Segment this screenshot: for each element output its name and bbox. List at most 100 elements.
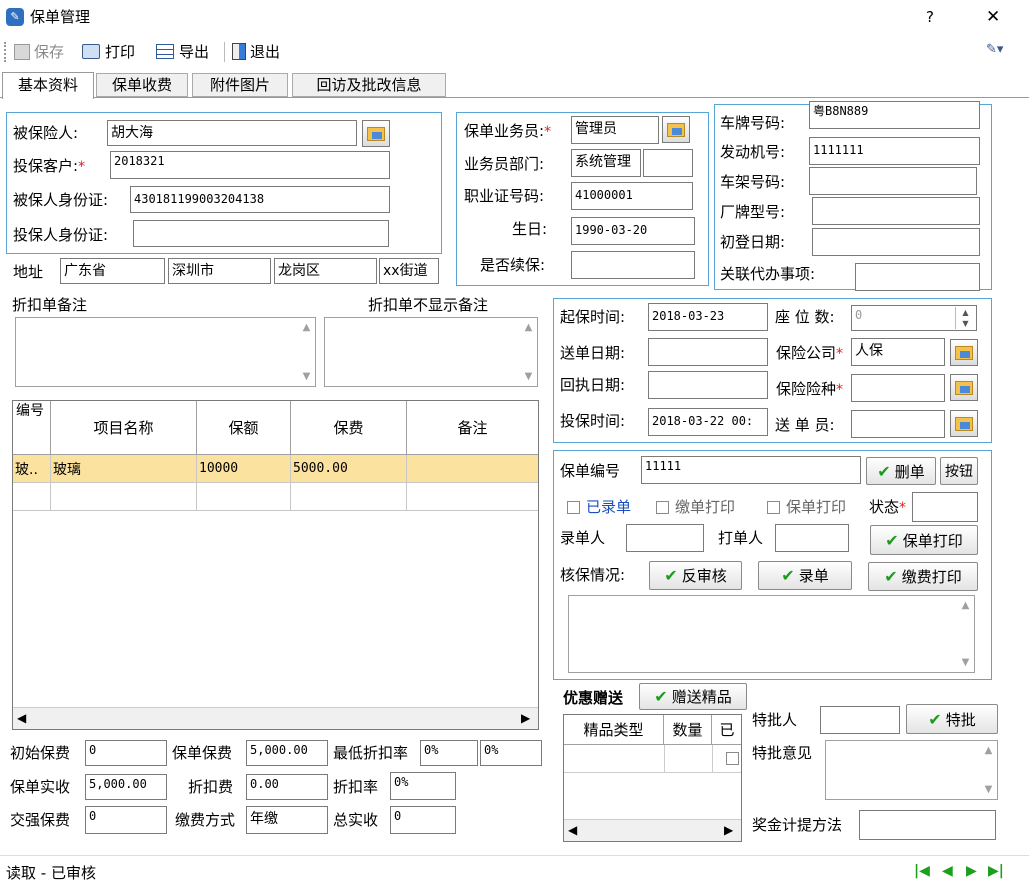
seats-spinner[interactable]: ▲ ▼ [955,307,975,329]
last-record-icon[interactable]: ▶| [988,863,1004,879]
pay-method-field[interactable]: 年缴 [246,806,328,834]
tab-basic-info[interactable]: 基本资料 [2,72,94,99]
birthday-field[interactable]: 1990-03-20 [571,217,695,245]
export-button[interactable]: 导出 [156,41,209,62]
delete-policy-button-2[interactable]: 按钮 [940,457,978,485]
gifts-col-type[interactable]: 精品类型 [564,715,664,745]
renew-field[interactable] [571,251,695,279]
cell-amount[interactable]: 10000 [197,455,291,483]
dept-field[interactable]: 系统管理 [571,149,641,177]
client-field[interactable]: 2018321 [110,151,390,179]
tab-attachments[interactable]: 附件图片 [192,73,288,97]
compulsory-field[interactable]: 0 [85,806,167,834]
close-button[interactable]: ✕ [986,7,1000,27]
type-browse-button[interactable] [950,374,978,401]
record-button[interactable]: ✔ 录单 [758,561,852,590]
policy-print-checkbox[interactable]: 保单打印 [767,497,846,517]
initial-premium-field[interactable]: 0 [85,740,167,766]
type-field[interactable] [851,374,945,402]
fee-print-button[interactable]: ✔ 缴费打印 [868,562,978,591]
scroll-left-icon[interactable]: ◀ [568,823,577,837]
scroll-right-icon[interactable]: ▶ [521,711,530,725]
register-field[interactable] [812,228,980,256]
insured-browse-button[interactable] [362,120,390,147]
col-header-name[interactable]: 项目名称 [51,401,197,455]
model-field[interactable] [812,197,980,225]
tab-policy-fees[interactable]: 保单收费 [96,73,188,97]
pay-print-checkbox[interactable]: 缴单打印 [656,497,735,517]
reverse-audit-button[interactable]: ✔ 反审核 [649,561,742,590]
company-field[interactable]: 人保 [851,338,945,366]
cert-field[interactable]: 41000001 [571,182,693,210]
policy-print-button[interactable]: ✔ 保单打印 [870,525,978,555]
recorded-checkbox[interactable]: 已录单 [567,497,631,517]
cell-no[interactable] [13,483,51,511]
agent-field[interactable]: 管理员 [571,116,659,144]
col-header-amount[interactable]: 保额 [197,401,291,455]
cell-note[interactable] [407,483,538,511]
company-browse-button[interactable] [950,339,978,366]
table-row[interactable]: 玻.. 玻璃 10000 5000.00 [13,455,538,483]
insured-id-field[interactable]: 430181199003204138 [130,186,390,213]
col-header-note[interactable]: 备注 [407,401,538,455]
col-header-premium[interactable]: 保费 [291,401,407,455]
gifts-col-done[interactable]: 已 [712,715,741,745]
recorder-field[interactable] [626,524,704,552]
sender-browse-button[interactable] [950,410,978,437]
sender-field[interactable] [851,410,945,438]
first-record-icon[interactable]: |◀ [914,863,930,879]
table-row[interactable] [564,745,741,773]
send-date-field[interactable] [648,338,768,366]
approver-field[interactable] [820,706,900,734]
discount-fee-field[interactable]: 0.00 [246,774,328,800]
print-button[interactable]: 打印 [82,41,135,62]
gift-button[interactable]: ✔ 赠送精品 [639,683,747,710]
discount-rate-field[interactable]: 0% [390,772,456,800]
tab-followup[interactable]: 回访及批改信息 [292,73,446,97]
hidden-note-scrollbar[interactable]: ▲ ▼ [520,318,537,386]
actual-field[interactable]: 5,000.00 [85,774,167,800]
discount-note-textarea[interactable]: ▲ ▼ [15,317,316,387]
frame-field[interactable] [809,167,977,195]
related-field[interactable] [855,263,980,291]
bonus-field[interactable] [859,810,996,840]
cell-name[interactable]: 玻璃 [51,455,197,483]
city-field[interactable]: 深圳市 [168,258,271,284]
prev-record-icon[interactable]: ◀ [942,863,953,879]
policy-no-field[interactable]: 11111 [641,456,861,484]
cell-premium[interactable]: 5000.00 [291,455,407,483]
start-field[interactable]: 2018-03-23 [648,303,768,331]
approve-button[interactable]: ✔ 特批 [906,704,998,734]
check-notes-textarea[interactable]: ▲ ▼ [568,595,975,673]
cell-note[interactable] [407,455,538,483]
gift-done-checkbox[interactable] [726,752,739,765]
district-field[interactable]: 龙岗区 [274,258,377,284]
plate-field[interactable]: 粤B8N889 [809,101,980,129]
street-field[interactable]: xx街道 [379,258,439,284]
table-row[interactable] [13,483,538,511]
save-button[interactable]: 保存 [14,41,64,62]
gifts-col-qty[interactable]: 数量 [664,715,712,745]
policy-premium-field[interactable]: 5,000.00 [246,740,328,766]
opinion-scrollbar[interactable]: ▲ ▼ [980,741,997,799]
province-field[interactable]: 广东省 [60,258,165,284]
note-scrollbar[interactable]: ▲ ▼ [298,318,315,386]
printer-field[interactable] [775,524,849,552]
cell-name[interactable] [51,483,197,511]
gifts-scrollbar[interactable]: ◀ ▶ [564,819,741,841]
hidden-note-textarea[interactable]: ▲ ▼ [324,317,538,387]
col-header-no[interactable]: 编号 [13,401,51,455]
delete-policy-button[interactable]: ✔ 删单 [866,457,936,485]
engine-field[interactable]: 1111111 [809,137,980,165]
scroll-right-icon[interactable]: ▶ [724,823,733,837]
opinion-textarea[interactable]: ▲ ▼ [825,740,998,800]
insured-field[interactable]: 胡大海 [107,120,357,146]
cell-amount[interactable] [197,483,291,511]
scroll-left-icon[interactable]: ◀ [17,711,26,725]
next-record-icon[interactable]: ▶ [966,863,977,879]
dept-extra-field[interactable] [643,149,693,177]
toolbar-options-icon[interactable]: ✎▾ [986,42,1022,62]
min-rate-field[interactable]: 0% [420,740,478,766]
insure-time-field[interactable]: 2018-03-22 00: [648,408,768,436]
applicant-id-field[interactable] [133,220,389,247]
